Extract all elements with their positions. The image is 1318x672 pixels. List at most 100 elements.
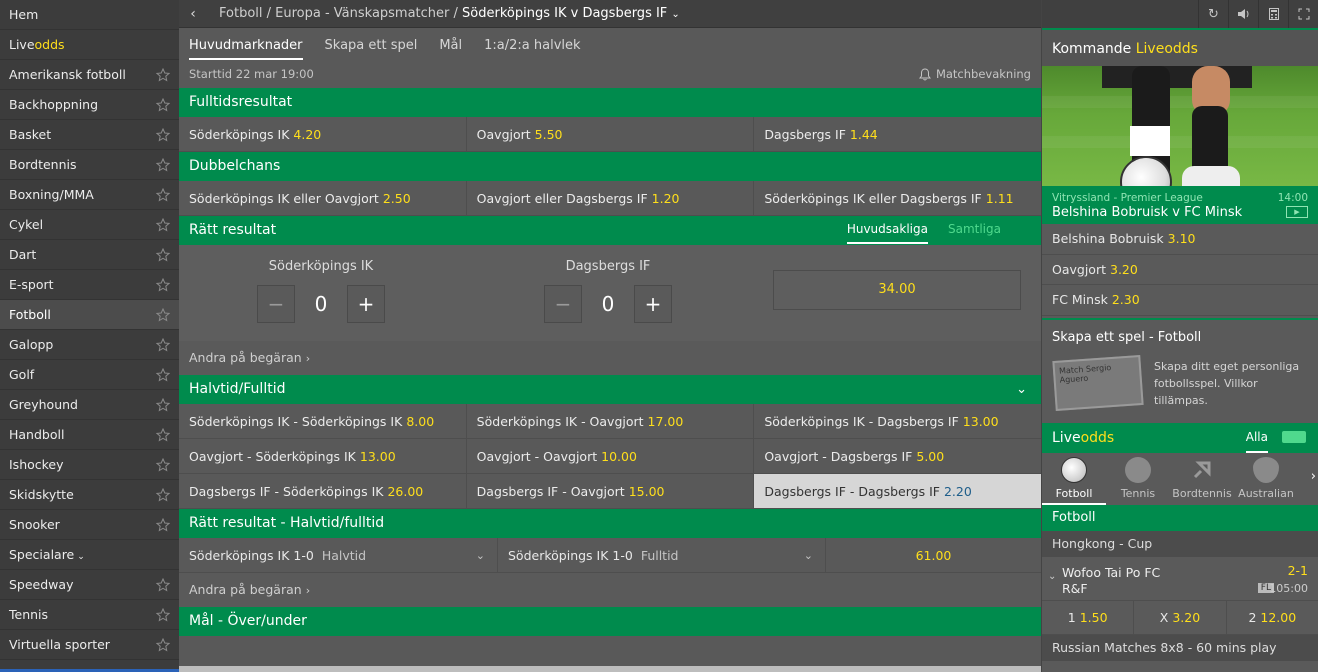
odds-cell[interactable]: Söderköpings IK eller Dagsbergs IF 1.11 <box>754 181 1041 215</box>
chevron-down-icon[interactable]: ⌄ <box>1016 375 1027 404</box>
expand-icon[interactable] <box>1288 0 1318 28</box>
star-icon[interactable] <box>156 68 170 82</box>
odds-cell[interactable]: Dagsbergs IF - Dagsbergs IF 2.20 <box>754 474 1042 508</box>
star-icon[interactable] <box>156 308 170 322</box>
odds-cell[interactable]: Söderköpings IK - Oavgjort 17.00 <box>467 404 755 438</box>
tab-huvudsakliga[interactable]: Huvudsakliga <box>846 216 928 244</box>
star-icon[interactable] <box>156 488 170 502</box>
home-plus-button[interactable]: + <box>347 285 385 323</box>
sidebar-item[interactable]: Handboll <box>0 420 179 450</box>
star-icon[interactable] <box>156 158 170 172</box>
odds-cell[interactable]: 2 12.00 <box>1227 601 1318 634</box>
odds-cell[interactable]: Söderköpings IK - Dagsbergs IF 13.00 <box>754 404 1041 438</box>
section-mal-over-under[interactable]: Mål - Över/under <box>179 607 1041 636</box>
star-icon[interactable] <box>156 428 170 442</box>
star-icon[interactable] <box>156 398 170 412</box>
star-icon[interactable] <box>156 458 170 472</box>
odds-cell[interactable]: Dagsbergs IF - Söderköpings IK 26.00 <box>179 474 467 508</box>
sidebar-item[interactable]: Virtuella sporter <box>0 630 179 660</box>
chevron-down-icon[interactable]: ⌄ <box>1048 571 1056 582</box>
skapa-ett-spel-promo[interactable]: Skapa ett spel - Fotboll Match Sergio Ag… <box>1042 317 1318 423</box>
star-icon[interactable] <box>156 128 170 142</box>
sidebar-item[interactable]: Hem <box>0 0 179 30</box>
tab-halvlek[interactable]: 1:a/2:a halvlek <box>484 38 580 60</box>
star-icon[interactable] <box>156 278 170 292</box>
odds-cell[interactable]: Oavgjort 5.50 <box>467 117 755 151</box>
away-minus-button[interactable]: − <box>544 285 582 323</box>
chevron-right-icon[interactable]: › <box>1311 469 1316 484</box>
star-icon[interactable] <box>156 518 170 532</box>
correct-score-odds-button[interactable]: 34.00 <box>773 270 1021 310</box>
video-toggle[interactable] <box>1282 430 1306 443</box>
refresh-icon[interactable]: ↻ <box>1198 0 1228 28</box>
section-halvtid-fulltid[interactable]: Halvtid/Fulltid ⌄ <box>179 375 1041 404</box>
star-icon[interactable] <box>156 98 170 112</box>
league-hongkong-cup[interactable]: Hongkong - Cup <box>1042 530 1318 557</box>
sidebar-item[interactable]: Skidskytte <box>0 480 179 510</box>
sidebar-item[interactable]: Backhoppning <box>0 90 179 120</box>
star-icon[interactable] <box>156 338 170 352</box>
odds-cell[interactable]: Oavgjort eller Dagsbergs IF 1.20 <box>467 181 755 215</box>
star-icon[interactable] <box>156 248 170 262</box>
sidebar-item[interactable]: Tennis <box>0 600 179 630</box>
sidebar-item[interactable]: Cykel <box>0 210 179 240</box>
sidebar-item[interactable]: Liveodds <box>0 30 179 60</box>
sidebar-item[interactable]: Bordtennis <box>0 150 179 180</box>
odds-cell[interactable]: Oavgjort - Oavgjort 10.00 <box>467 439 755 473</box>
sidebar-item[interactable]: Greyhound <box>0 390 179 420</box>
video-play-icon[interactable]: ▶ <box>1286 206 1308 218</box>
away-plus-button[interactable]: + <box>634 285 672 323</box>
sidebar-item[interactable]: Boxning/MMA <box>0 180 179 210</box>
sport-tab-tennis[interactable]: Tennis <box>1106 453 1170 505</box>
fulltid-score-dropdown[interactable]: Söderköpings IK 1-0 Fulltid ⌄ <box>498 538 826 572</box>
andra-pa-begaran-link[interactable]: Andra på begäran › <box>179 573 1041 607</box>
sound-icon[interactable] <box>1228 0 1258 28</box>
odds-cell[interactable]: 1 1.50 <box>1042 600 1135 634</box>
sidebar-item[interactable]: Snooker <box>0 510 179 540</box>
league-russian-matches[interactable]: Russian Matches 8x8 - 60 mins play <box>1042 634 1318 661</box>
odds-cell[interactable]: Oavgjort - Söderköpings IK 13.00 <box>179 439 467 473</box>
match-watch-button[interactable]: Matchbevakning <box>918 67 1031 81</box>
sidebar-item[interactable]: Fotboll <box>0 300 179 330</box>
sidebar-item[interactable]: Specialare ⌄ <box>0 540 179 570</box>
odds-cell[interactable]: Söderköpings IK - Söderköpings IK 8.00 <box>179 404 467 438</box>
section-dubbelchans[interactable]: Dubbelchans <box>179 152 1041 181</box>
star-icon[interactable] <box>156 368 170 382</box>
featured-odds-row[interactable]: Oavgjort 3.20 <box>1042 255 1318 285</box>
tab-alla[interactable]: Alla <box>1245 423 1268 453</box>
featured-match-card[interactable]: Vitryssland - Premier League 14:00 Belsh… <box>1042 186 1318 224</box>
home-minus-button[interactable]: − <box>257 285 295 323</box>
back-arrow-icon[interactable]: ‹ <box>179 6 207 22</box>
featured-odds-row[interactable]: FC Minsk 2.30 <box>1042 285 1318 316</box>
chevron-down-icon[interactable]: ⌄ <box>77 542 85 572</box>
star-icon[interactable] <box>156 188 170 202</box>
featured-odds-row[interactable]: Belshina Bobruisk 3.10 <box>1042 224 1318 255</box>
andra-pa-begaran-link[interactable]: Andra på begäran › <box>179 341 1041 375</box>
odds-cell[interactable]: Söderköpings IK 4.20 <box>179 117 467 151</box>
breadcrumb-current[interactable]: Söderköpings IK v Dagsbergs IF <box>462 6 667 21</box>
tab-samtliga[interactable]: Samtliga <box>948 216 1001 244</box>
htft-odds-button[interactable]: 61.00 <box>826 538 1041 572</box>
section-ratt-resultat[interactable]: Rätt resultat Huvudsakliga Samtliga <box>179 216 1041 245</box>
chevron-down-icon[interactable]: ⌄ <box>671 9 679 20</box>
star-icon[interactable] <box>156 578 170 592</box>
live-category-fotboll[interactable]: Fotboll <box>1042 504 1318 531</box>
breadcrumb-path[interactable]: Fotboll / Europa - Vänskapsmatcher / <box>219 6 462 21</box>
tab-skapa-ett-spel[interactable]: Skapa ett spel <box>325 38 418 60</box>
sidebar-item[interactable]: E-sport <box>0 270 179 300</box>
sport-tab-bordtennis[interactable]: Bordtennis <box>1170 453 1234 505</box>
sidebar-item[interactable]: Golf <box>0 360 179 390</box>
calculator-icon[interactable] <box>1258 0 1288 28</box>
tab-mal[interactable]: Mål <box>439 38 462 60</box>
tab-huvudmarknader[interactable]: Huvudmarknader <box>189 38 303 60</box>
sport-tab-fotboll[interactable]: Fotboll <box>1042 453 1106 505</box>
sidebar-item[interactable]: Amerikansk fotboll <box>0 60 179 90</box>
sidebar-item[interactable]: Speedway <box>0 570 179 600</box>
sidebar-item[interactable]: Galopp <box>0 330 179 360</box>
featured-match-image[interactable] <box>1042 66 1318 186</box>
live-match-row[interactable]: ⌄ Wofoo Tai Po FC R&F 2-1 FL 105:00 <box>1042 557 1318 601</box>
odds-cell[interactable]: Söderköpings IK eller Oavgjort 2.50 <box>179 181 467 215</box>
odds-cell[interactable]: X 3.20 <box>1134 600 1227 634</box>
section-fulltidsresultat[interactable]: Fulltidsresultat <box>179 88 1041 117</box>
section-ratt-resultat-halvtid-fulltid[interactable]: Rätt resultat - Halvtid/fulltid <box>179 509 1041 538</box>
